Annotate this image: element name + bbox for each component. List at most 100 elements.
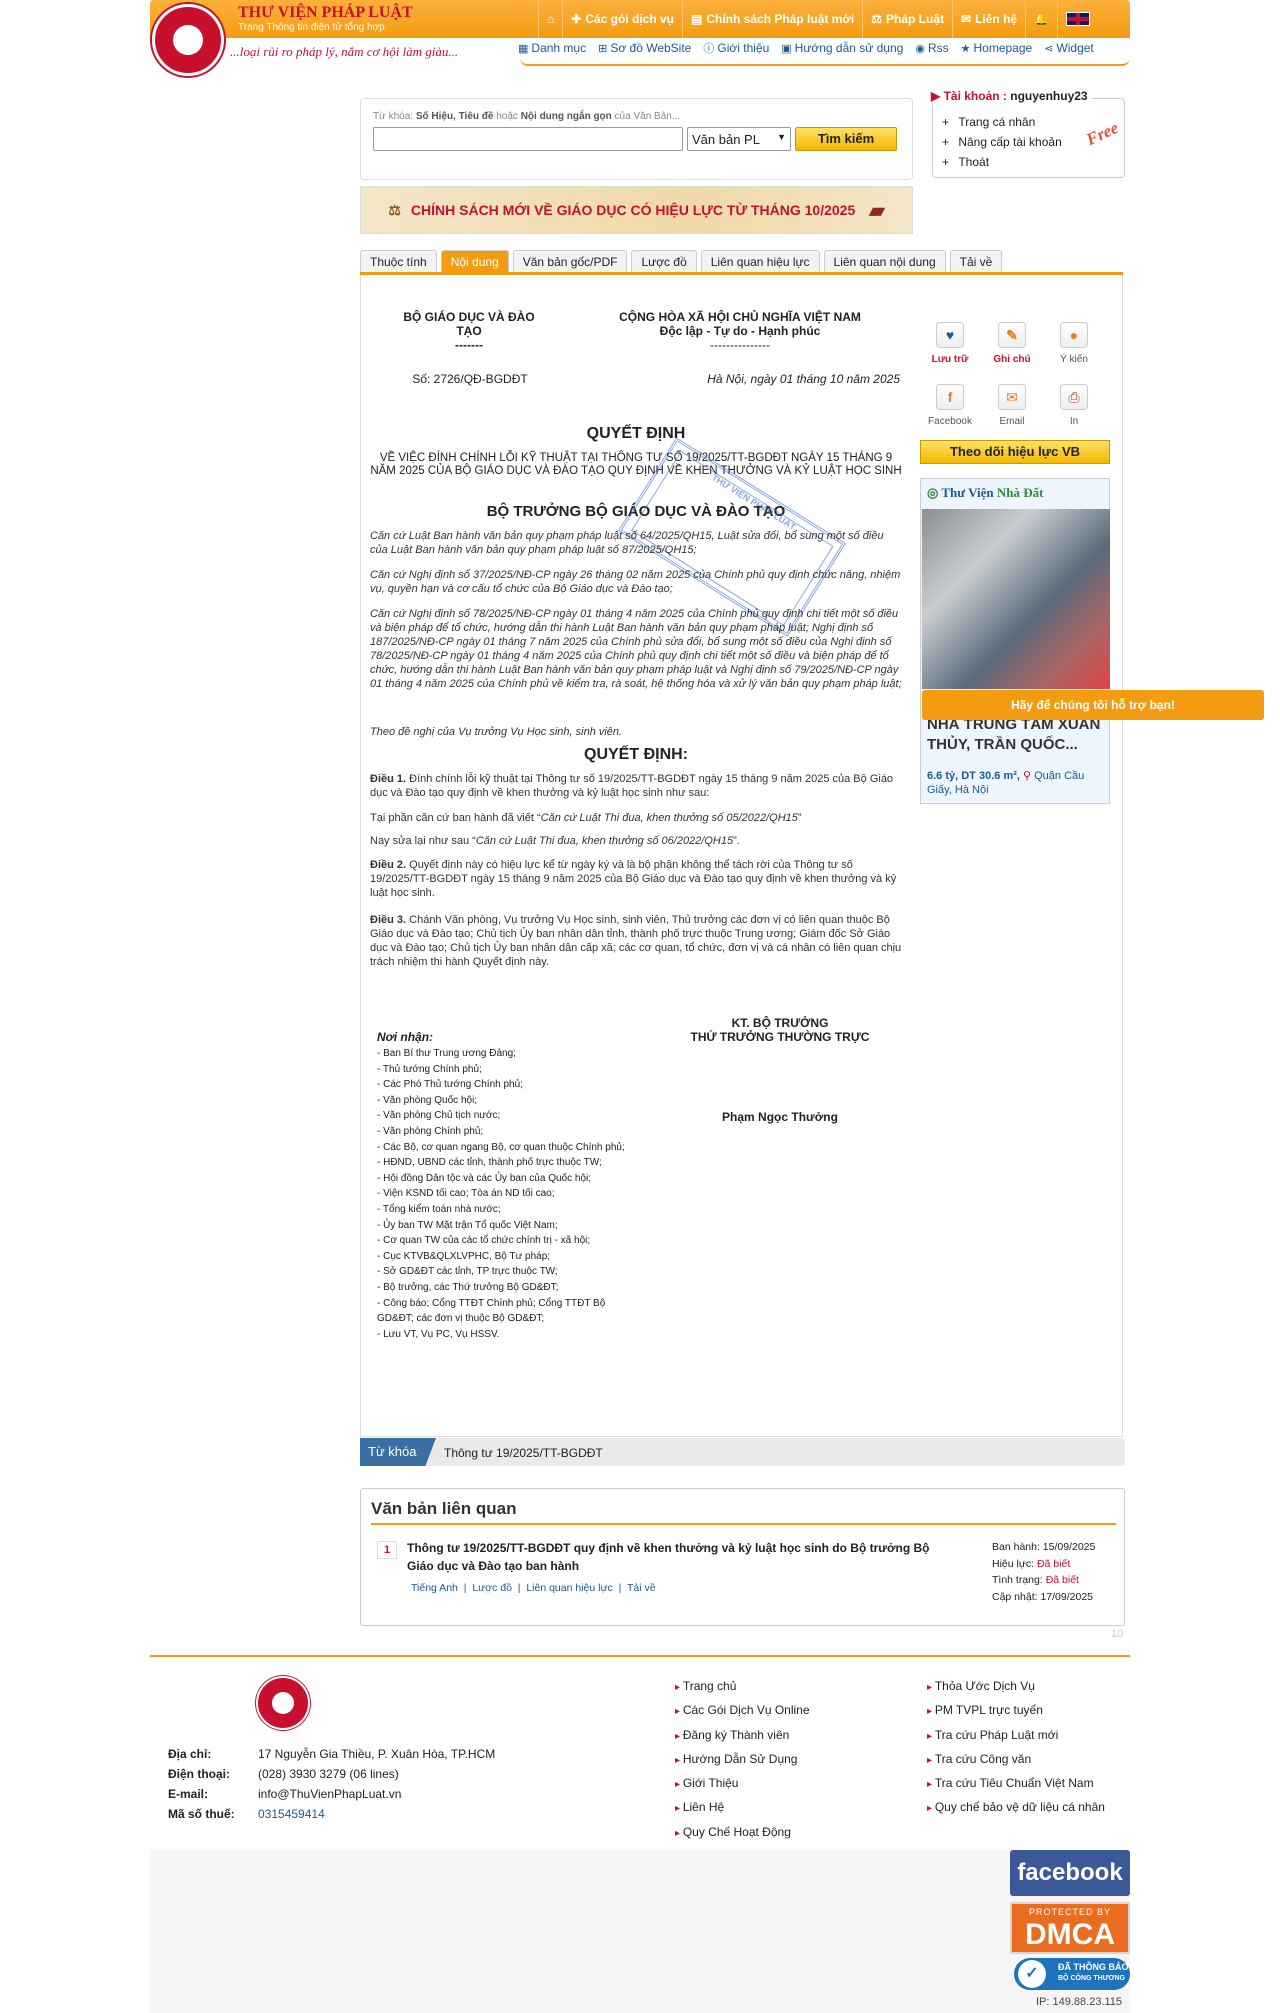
language-button[interactable]	[1057, 0, 1098, 38]
facebook-icon: f	[936, 384, 964, 410]
article-1-old: Tại phần căn cứ ban hành đã viết “Căn cứ…	[370, 812, 802, 824]
sitemap-icon: ⊞	[598, 42, 608, 55]
footer-tax-link[interactable]: 0315459414	[258, 1807, 325, 1821]
facebook-share-button[interactable]: f Facebook	[920, 384, 980, 427]
book-icon: ▰	[869, 199, 885, 222]
signer-name: Phạm Ngọc Thưởng	[722, 1110, 838, 1124]
nav-new-policy[interactable]: ▤ Chính sách Pháp luật mới	[682, 0, 862, 38]
comment-button[interactable]: ● Ý kiến	[1044, 322, 1104, 365]
bell-icon: 🔔	[1034, 12, 1050, 26]
note-button[interactable]: ✎ Ghi chú	[982, 322, 1042, 365]
nav-contact[interactable]: ✉ Liên hệ	[952, 0, 1025, 38]
site-logo[interactable]	[152, 4, 224, 76]
flag-icon: ▶	[931, 89, 944, 103]
nav-service-packages[interactable]: ✚ Các gói dịch vụ	[562, 0, 682, 38]
article-2: Điều 2. Quyết định này có hiệu lực kể từ…	[370, 859, 897, 899]
footer-link[interactable]: Trang chủ	[675, 1675, 810, 1699]
legal-basis-4: Theo đề nghị của Vụ trưởng Vụ Học sinh, …	[370, 726, 623, 738]
doc-subtitle: VỀ VIỆC ĐÍNH CHÍNH LỖI KỸ THUẬT TẠI THÔN…	[370, 452, 902, 477]
related-download-link[interactable]: Tải về	[627, 1582, 656, 1594]
print-button[interactable]: ⎙ In	[1044, 384, 1104, 427]
related-validity-link[interactable]: Liên quan hiệu lực	[526, 1582, 612, 1594]
tab-related-validity[interactable]: Liên quan hiệu lực	[700, 250, 820, 272]
footer-link[interactable]: Thỏa Ước Dịch Vụ	[927, 1675, 1105, 1699]
footer-link[interactable]: Đăng ký Thành viên	[675, 1724, 810, 1748]
bct-badge[interactable]: ĐÃ THÔNG BÁOBỘ CÔNG THƯƠNG	[1014, 1958, 1130, 1990]
footer-link[interactable]: PM TVPL trực tuyến	[927, 1699, 1105, 1723]
national-header: CỘNG HÒA XÃ HỘI CHỦ NGHĨA VIỆT NAM Độc lậ…	[619, 310, 861, 352]
doc-date: Hà Nội, ngày 01 tháng 10 năm 2025	[707, 372, 900, 386]
footer-link[interactable]: Tra cứu Tiêu Chuẩn Việt Nam	[927, 1772, 1105, 1796]
share-icon: ⋖	[1044, 42, 1054, 55]
support-chat-button[interactable]: Hãy để chúng tôi hỗ trợ bạn!	[922, 690, 1264, 720]
account-profile-link[interactable]: Trang cá nhân	[942, 112, 1062, 132]
account-upgrade-link[interactable]: Nâng cấp tài khoản	[942, 132, 1061, 152]
related-number: 1	[377, 1541, 397, 1559]
site-header: THƯ VIỆN PHÁP LUẬT Trang Thông tin điện …	[150, 0, 1130, 76]
follow-validity-button[interactable]: Theo dõi hiệu lực VB	[920, 440, 1110, 464]
footer-link[interactable]: Các Gói Dịch Vụ Online	[675, 1699, 810, 1723]
related-english-link[interactable]: Tiếng Anh	[411, 1582, 458, 1594]
notification-button[interactable]: 🔔	[1025, 0, 1057, 38]
article-1-new: Nay sửa lại như sau “Căn cứ Luật Thi đua…	[370, 835, 740, 847]
dmca-badge[interactable]: PROTECTED BY DMCA	[1010, 1902, 1130, 1954]
article-1: Điều 1. Đính chính lỗi kỹ thuật tại Thôn…	[370, 773, 894, 799]
article-3: Điều 3. Chánh Văn phòng, Vụ trưởng Vụ Họ…	[370, 914, 902, 968]
star-icon: ★	[960, 42, 971, 55]
related-diagram-link[interactable]: Lược đồ	[472, 1582, 512, 1594]
footer-email[interactable]: info@ThuVienPhapLuat.vn	[258, 1787, 401, 1801]
doc-tabs: Thuộc tính Nội dung Văn bản gốc/PDF Lược…	[360, 250, 1123, 275]
home-icon: ⌂	[547, 12, 555, 26]
real-estate-ad[interactable]: ◎ Thư Viện Nhà Đất NHÀ TRUNG TÂM XUÂN TH…	[920, 478, 1110, 804]
email-share-button[interactable]: ✉ Email	[982, 384, 1042, 427]
issuing-org: BỘ GIÁO DỤC VÀ ĐÀO TẠO -------	[403, 310, 535, 352]
footer-contact: Địa chỉ: 17 Nguyễn Gia Thiều, P. Xuân Hòa…	[168, 1747, 496, 1821]
recipients-list: - Ban Bí thư Trung ương Đảng; - Thủ tướng…	[377, 1048, 625, 1340]
tab-properties[interactable]: Thuộc tính	[360, 250, 437, 272]
doc-type-select[interactable]: Văn bản PL ▼	[687, 127, 791, 151]
ad-title[interactable]: NHÀ TRUNG TÂM XUÂN THỦY, TRẦN QUỐC...	[927, 715, 1107, 755]
subnav-about[interactable]: ⓘ Giới thiệu	[703, 40, 769, 56]
ad-photo[interactable]	[922, 509, 1110, 689]
footer-bottom	[150, 1850, 1130, 2013]
printer-icon: ⎙	[1060, 384, 1088, 410]
footer-link[interactable]: Quy chế bảo vệ dữ liệu cá nhân	[927, 1796, 1105, 1820]
list-icon: ▦	[518, 42, 529, 55]
footer-link[interactable]: Hướng Dẫn Sử Dụng	[675, 1748, 810, 1772]
save-button[interactable]: ♥ Lưu trữ	[920, 322, 980, 365]
keyword-link[interactable]: Thông tư 19/2025/TT-BGDĐT	[444, 1446, 603, 1460]
subnav-sitemap[interactable]: ⊞ Sơ đồ WebSite	[598, 40, 691, 56]
footer-link[interactable]: Liên Hệ	[675, 1796, 810, 1820]
tab-related-content[interactable]: Liên quan nội dung	[823, 250, 946, 272]
location-pin-icon: ⚲	[1023, 770, 1032, 782]
home-button[interactable]: ⌂	[538, 0, 562, 38]
tab-download[interactable]: Tải về	[949, 250, 1003, 272]
account-logout-link[interactable]: Thoát	[942, 152, 1062, 172]
envelope-icon: ✉	[998, 384, 1026, 410]
subnav-widget[interactable]: ⋖ Widget	[1044, 40, 1094, 56]
brand-title[interactable]: THƯ VIỆN PHÁP LUẬT	[238, 4, 413, 22]
footer-link[interactable]: Tra cứu Công văn	[927, 1748, 1105, 1772]
footer-link[interactable]: Giới Thiệu	[675, 1772, 810, 1796]
search-button[interactable]: Tìm kiếm	[795, 127, 897, 151]
subnav-guide[interactable]: ▣ Hướng dẫn sử dụng	[781, 40, 903, 56]
search-input[interactable]	[373, 127, 683, 151]
subnav-homepage[interactable]: ★ Homepage	[961, 40, 1033, 56]
footer-link[interactable]: Tra cứu Pháp Luật mới	[927, 1724, 1105, 1748]
subnav-catalog[interactable]: ▦ Danh mục	[518, 40, 586, 56]
heart-icon: ♥	[936, 322, 964, 348]
facebook-badge[interactable]: facebook	[1010, 1850, 1130, 1896]
promo-banner[interactable]: ⚖ CHÍNH SÁCH MỚI VỀ GIÁO DỤC CÓ HIỆU LỰC …	[360, 186, 913, 234]
footer-link[interactable]: Quy Chế Hoạt Động	[675, 1821, 810, 1845]
footer-logo	[256, 1676, 310, 1730]
info-icon: ⓘ	[703, 43, 715, 55]
subnav-rss[interactable]: ◉ Rss	[915, 40, 948, 56]
tab-original-pdf[interactable]: Văn bản gốc/PDF	[512, 250, 628, 272]
rss-icon: ◉	[915, 42, 925, 55]
tab-content[interactable]: Nội dung	[440, 250, 509, 272]
tab-diagram[interactable]: Lược đồ	[631, 250, 697, 272]
nav-law[interactable]: ⚖ Pháp Luật	[862, 0, 952, 38]
comment-icon: ●	[1060, 322, 1088, 348]
account-username: nguyenhuy23	[1010, 89, 1088, 103]
related-title-link[interactable]: Thông tư 19/2025/TT-BGDĐT quy định về kh…	[407, 1539, 947, 1575]
